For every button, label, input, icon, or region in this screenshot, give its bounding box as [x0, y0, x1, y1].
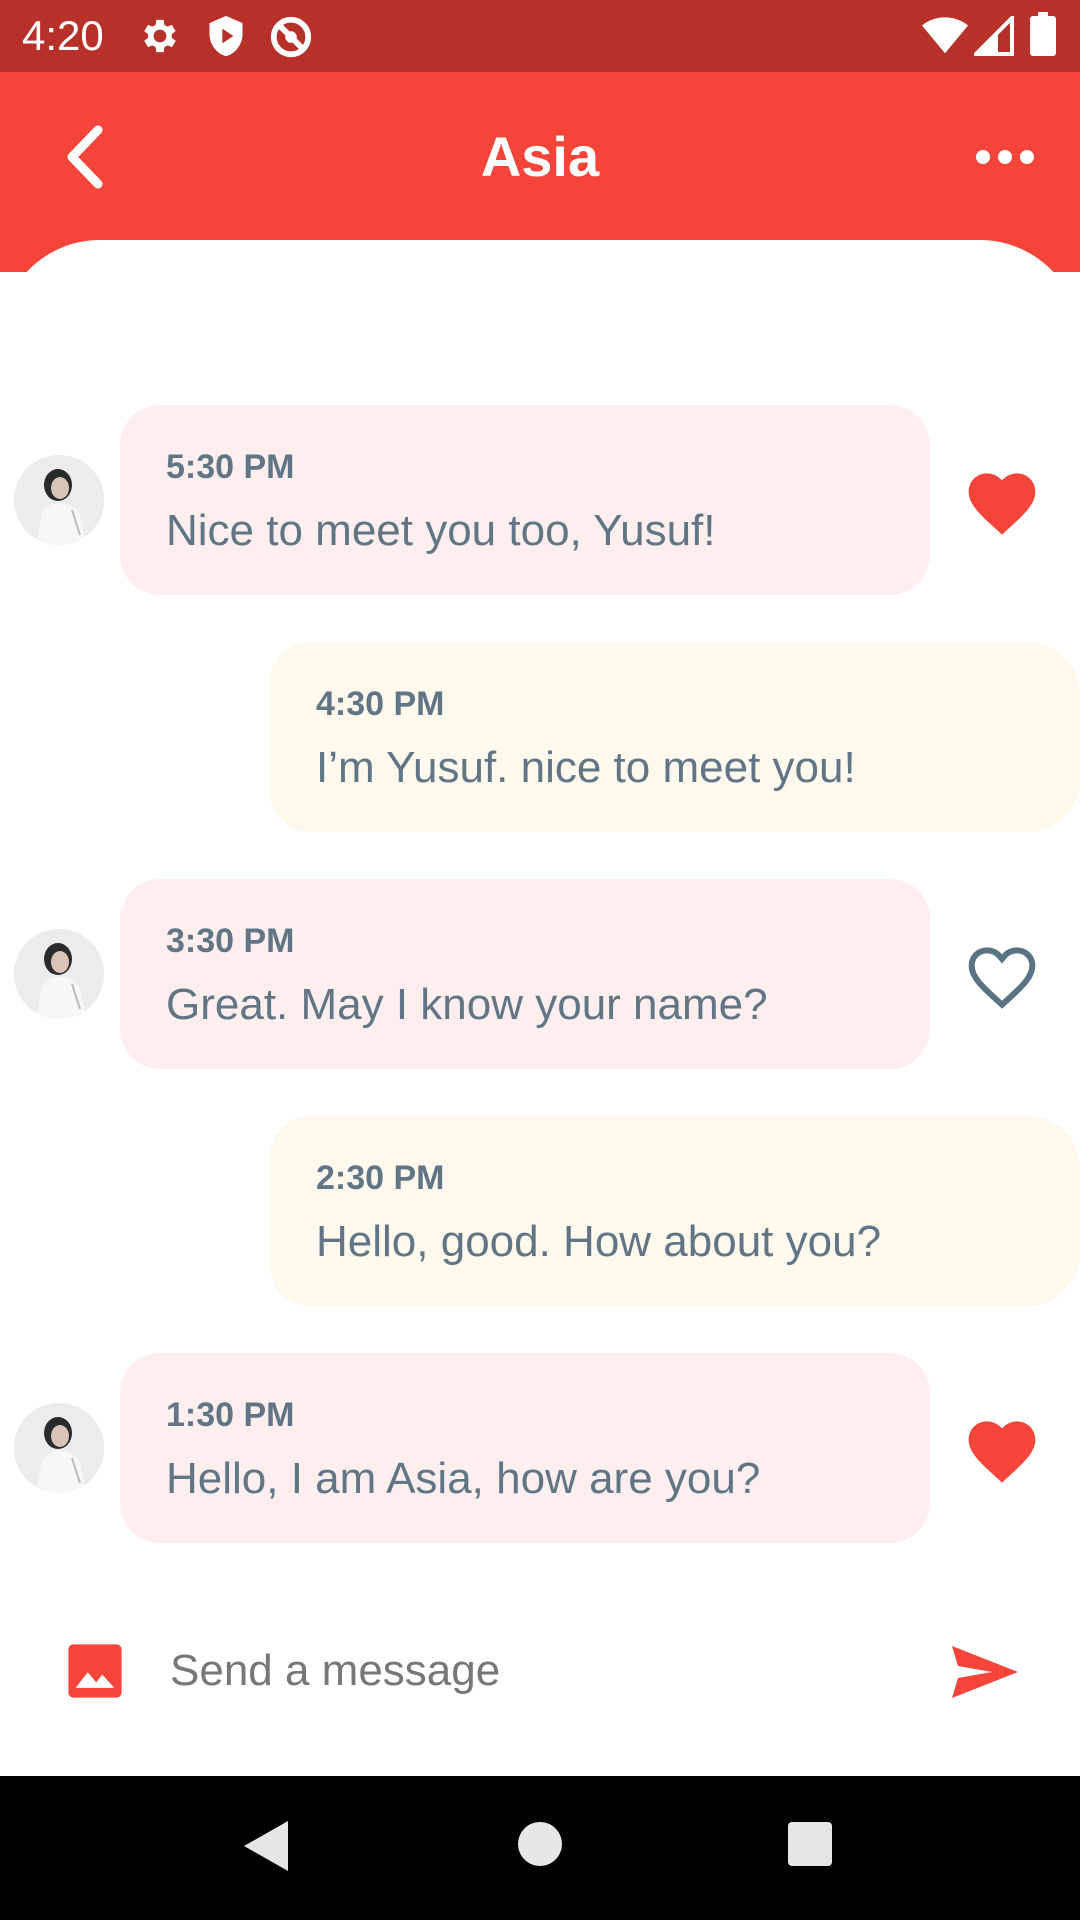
message-time: 1:30 PM — [166, 1396, 295, 1434]
message-text: I’m Yusuf. nice to meet you! — [316, 743, 856, 792]
recents-square-icon — [788, 1822, 832, 1866]
incoming-message-bubble[interactable]: 1:30 PM Hello, I am Asia, how are you? — [120, 1353, 930, 1543]
like-button[interactable] — [962, 463, 1042, 537]
heart-filled-icon — [968, 473, 1036, 535]
like-button[interactable] — [962, 937, 1042, 1011]
like-button[interactable] — [962, 1411, 1042, 1485]
heart-outline-icon — [968, 947, 1036, 1009]
attach-image-button[interactable] — [66, 1642, 124, 1700]
heart-filled-icon — [968, 1421, 1036, 1483]
no-sync-icon — [268, 14, 314, 65]
outgoing-message-bubble[interactable]: 4:30 PM I’m Yusuf. nice to meet you! — [270, 642, 1080, 832]
nav-recents-button[interactable] — [786, 1820, 834, 1873]
page-title: Asia — [480, 125, 600, 188]
avatar[interactable] — [14, 929, 104, 1019]
message-time: 3:30 PM — [166, 922, 295, 960]
message-text: Great. May I know your name? — [166, 980, 768, 1029]
more-options-button[interactable] — [975, 142, 1035, 172]
incoming-message-bubble[interactable]: 3:30 PM Great. May I know your name? — [120, 879, 930, 1069]
shield-play-icon — [204, 14, 248, 63]
message-time: 5:30 PM — [166, 448, 295, 486]
gear-icon — [138, 14, 182, 63]
wifi-icon — [922, 16, 968, 61]
avatar[interactable] — [14, 1403, 104, 1493]
status-bar: 4:20 — [0, 0, 1080, 72]
send-icon — [952, 1646, 1018, 1698]
message-time: 4:30 PM — [316, 685, 445, 723]
send-button[interactable] — [950, 1642, 1020, 1702]
message-text: Hello, good. How about you? — [316, 1217, 882, 1266]
battery-icon — [1030, 12, 1056, 61]
more-horizontal-icon — [976, 150, 1034, 164]
message-text: Hello, I am Asia, how are you? — [166, 1454, 761, 1503]
message-row: 4:30 PM I’m Yusuf. nice to meet you! — [0, 642, 1080, 832]
outgoing-message-bubble[interactable]: 2:30 PM Hello, good. How about you? — [270, 1116, 1080, 1306]
incoming-message-bubble[interactable]: 5:30 PM Nice to meet you too, Yusuf! — [120, 405, 930, 595]
signal-icon — [971, 13, 1014, 61]
message-row: 1:30 PM Hello, I am Asia, how are you? — [0, 1353, 1080, 1543]
message-composer — [0, 1610, 1080, 1730]
back-triangle-icon — [244, 1821, 288, 1871]
message-text: Nice to meet you too, Yusuf! — [166, 506, 716, 555]
image-icon — [68, 1644, 122, 1698]
nav-home-button[interactable] — [516, 1820, 564, 1873]
status-time: 4:20 — [22, 12, 104, 59]
message-row: 3:30 PM Great. May I know your name? — [0, 879, 1080, 1069]
system-nav-bar — [0, 1776, 1080, 1920]
message-row: 2:30 PM Hello, good. How about you? — [0, 1116, 1080, 1306]
message-row: 5:30 PM Nice to meet you too, Yusuf! — [0, 405, 1080, 595]
chat-area: 5:30 PM Nice to meet you too, Yusuf! 4:3… — [0, 240, 1080, 1776]
nav-back-button[interactable] — [240, 1818, 290, 1879]
message-time: 2:30 PM — [316, 1159, 445, 1197]
home-circle-icon — [518, 1822, 562, 1866]
message-input[interactable] — [168, 1630, 912, 1712]
avatar[interactable] — [14, 455, 104, 545]
